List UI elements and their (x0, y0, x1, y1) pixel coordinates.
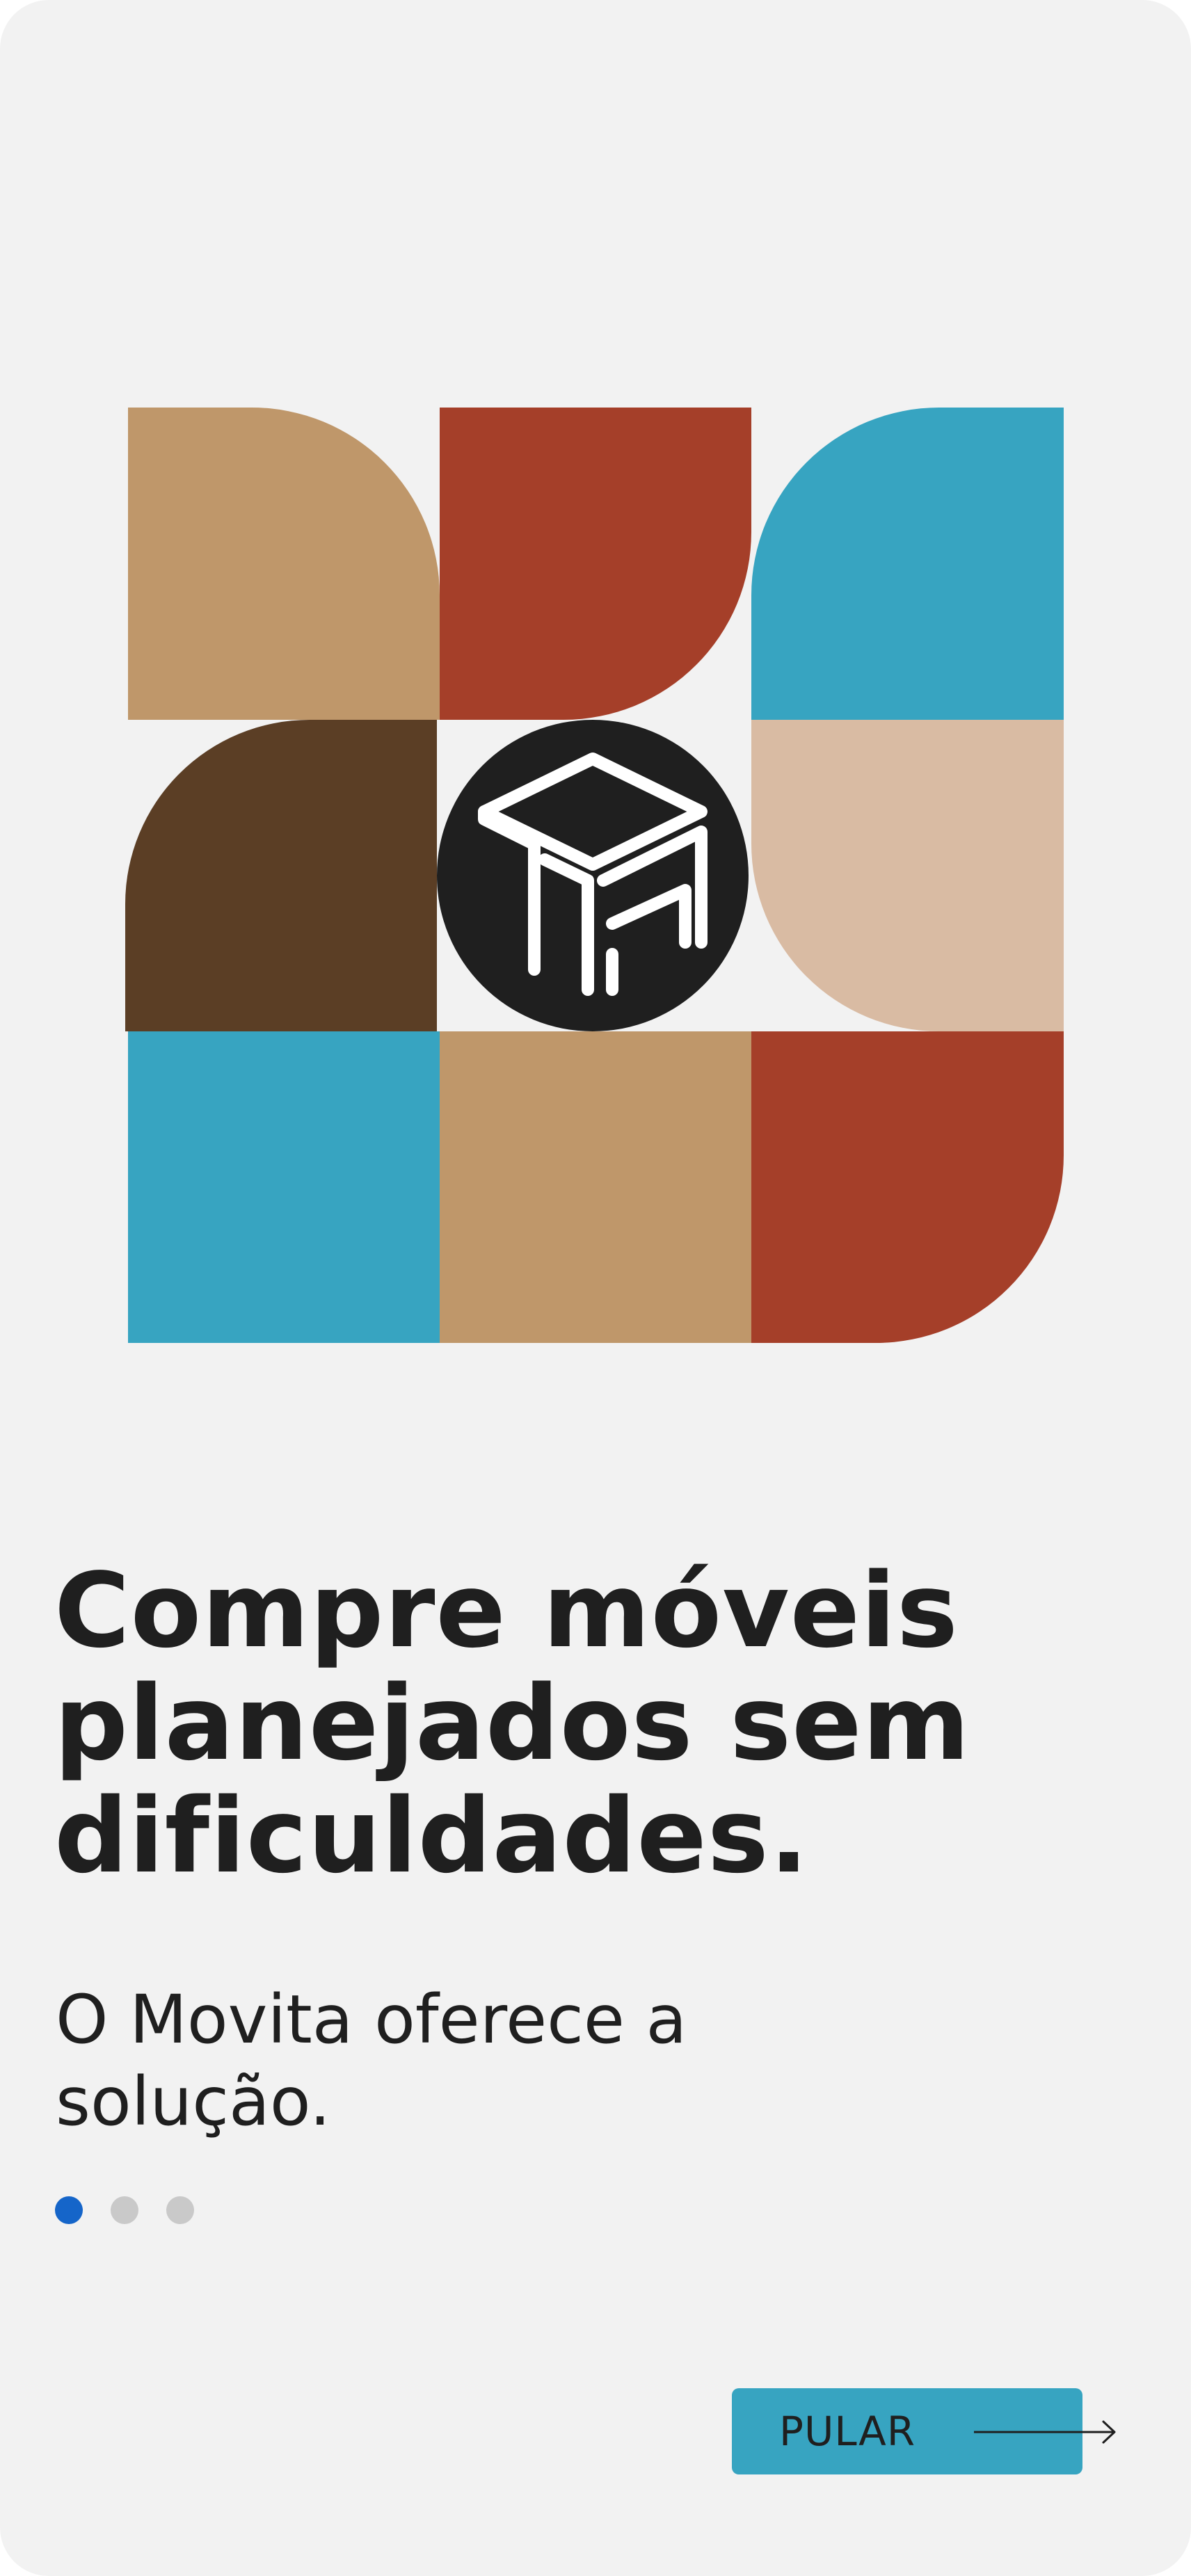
hero-illustration (0, 0, 1191, 1391)
tile-teal-square (128, 1031, 440, 1343)
skip-button[interactable]: PULAR (732, 2388, 1116, 2474)
tile-rust-quarter (440, 408, 751, 720)
tile-mosaic (125, 408, 1064, 1343)
arrow-right-icon (974, 2420, 1116, 2444)
tile-tan-quarter (128, 408, 440, 720)
tile-rust-corner (751, 1031, 1064, 1343)
onboarding-title: Compre móveis planejados sem dificuldade… (54, 1551, 970, 1896)
pagination-dot-2[interactable] (111, 2196, 138, 2224)
tile-teal-quarter (751, 408, 1064, 720)
tile-tan-square (440, 1031, 751, 1343)
onboarding-subtitle: O Movita oferece a solução. (56, 1981, 687, 2141)
pagination-dot-1[interactable] (55, 2196, 83, 2224)
pagination-dot-3[interactable] (166, 2196, 194, 2224)
desk-icon (437, 720, 749, 1031)
onboarding-screen: Compre móveis planejados sem dificuldade… (0, 0, 1191, 2576)
tile-beige-quarter (751, 720, 1064, 1031)
skip-button-label: PULAR (779, 2408, 916, 2455)
pagination-dots (55, 2196, 194, 2224)
tile-brown-quarter (125, 720, 437, 1031)
